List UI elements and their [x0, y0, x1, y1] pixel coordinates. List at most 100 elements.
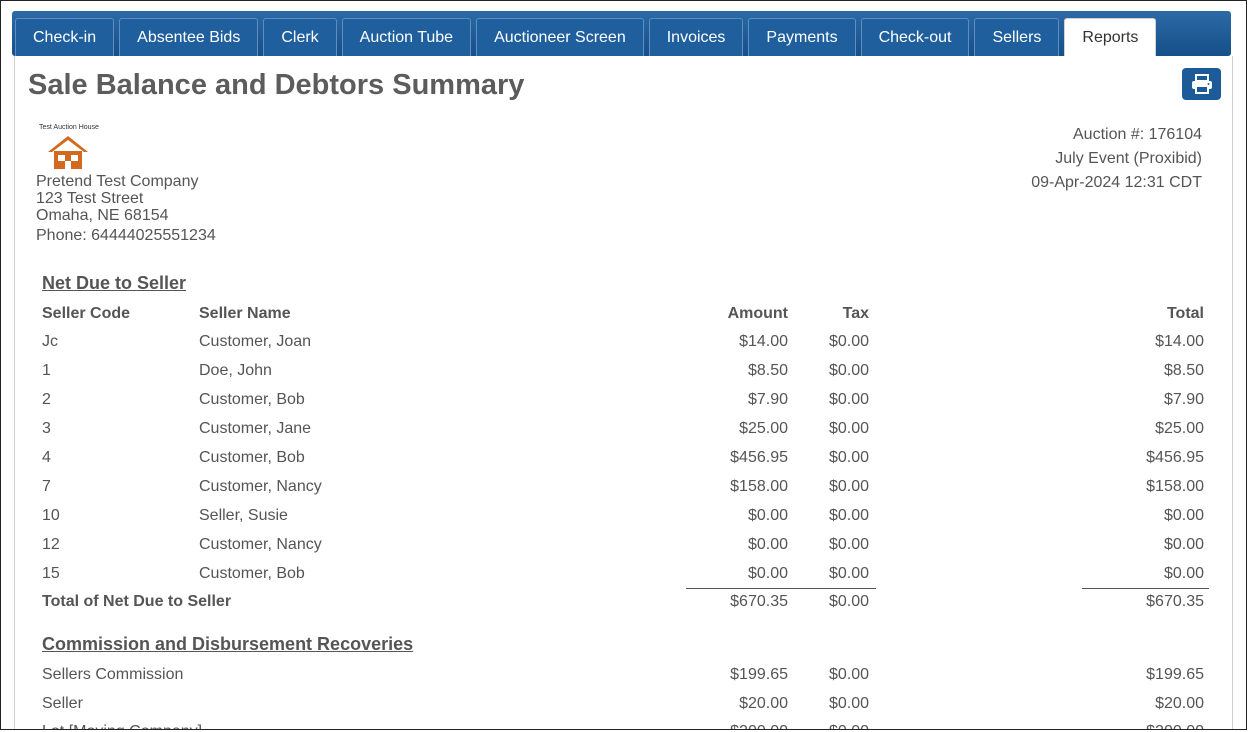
cell-total: $158.00 — [1146, 478, 1204, 495]
cell-seller-code: 7 — [42, 478, 51, 495]
auction-event: July Event (Proxibid) — [1055, 150, 1202, 167]
cell-amount: $7.90 — [747, 391, 788, 408]
cell-tax: $0.00 — [828, 420, 869, 437]
cell-label: Sellers Commission — [42, 666, 184, 683]
table-row: Sellers Commission $199.65 $0.00 $199.65 — [42, 666, 1204, 695]
printer-icon — [1191, 74, 1212, 94]
table-row: Jc Customer, Joan $14.00 $0.00 $14.00 — [42, 333, 1204, 362]
col-header-tax: Tax — [842, 305, 869, 322]
tab-reports[interactable]: Reports — [1064, 18, 1157, 56]
cell-seller-code: 10 — [42, 507, 60, 524]
col-header-total: Total — [1166, 305, 1204, 322]
table-row: 12 Customer, Nancy $0.00 $0.00 $0.00 — [42, 536, 1204, 565]
net-due-total-tax: $0.00 — [828, 593, 869, 610]
cell-seller-name: Customer, Joan — [199, 333, 312, 350]
table-row: Seller $20.00 $0.00 $20.00 — [42, 695, 1204, 724]
table-row: 7 Customer, Nancy $158.00 $0.00 $158.00 — [42, 478, 1204, 507]
cell-amount: $456.95 — [730, 449, 788, 466]
cell-total: $0.00 — [1163, 536, 1204, 553]
cell-total: $20.00 — [1155, 694, 1204, 712]
cell-amount: $14.00 — [739, 333, 788, 350]
tab-invoices[interactable]: Invoices — [648, 18, 744, 56]
tab-check-out[interactable]: Check-out — [860, 18, 970, 56]
cell-tax: $0.00 — [828, 449, 869, 466]
cell-tax: $0.00 — [829, 723, 869, 729]
cell-total: $200.00 — [1146, 723, 1204, 729]
cell-seller-name: Seller, Susie — [199, 507, 288, 524]
cell-total: $199.65 — [1146, 666, 1204, 683]
table-row: 2 Customer, Bob $7.90 $0.00 $7.90 — [42, 391, 1204, 420]
cell-total: $8.50 — [1163, 362, 1204, 379]
table-row: 3 Customer, Jane $25.00 $0.00 $25.00 — [42, 420, 1204, 449]
tab-sellers[interactable]: Sellers — [974, 18, 1060, 56]
cell-seller-name: Customer, Bob — [199, 391, 305, 408]
table-row: Lot [Moving Company] $200.00 $0.00 $200.00 — [42, 723, 1204, 729]
cell-seller-name: Customer, Bob — [199, 449, 305, 466]
tab-bar: Check-in Absentee Bids Clerk Auction Tube Au… — [12, 11, 1231, 56]
col-header-seller-name: Seller Name — [199, 305, 291, 322]
tab-clerk[interactable]: Clerk — [263, 18, 337, 56]
col-header-seller-code: Seller Code — [42, 305, 131, 322]
company-street: 123 Test Street — [36, 190, 144, 207]
net-due-total-row: Total of Net Due to Seller $670.35 $0.00… — [42, 593, 1204, 622]
cell-amount: $0.00 — [747, 565, 788, 582]
tab-check-in[interactable]: Check-in — [15, 18, 115, 56]
cell-seller-name: Customer, Jane — [199, 420, 312, 437]
company-logo: Test Auction House — [39, 124, 101, 170]
cell-tax: $0.00 — [828, 507, 869, 524]
cell-seller-name: Doe, John — [199, 362, 272, 379]
net-due-section-title: Net Due to Seller — [42, 273, 187, 293]
print-button[interactable] — [1182, 68, 1221, 100]
cell-tax: $0.00 — [828, 694, 869, 712]
cell-total: $0.00 — [1163, 565, 1204, 582]
net-due-header-row: Seller Code Seller Name Amount Tax Total — [42, 305, 1204, 334]
tab-payments[interactable]: Payments — [748, 18, 856, 56]
subtotal-rule — [686, 588, 876, 589]
cell-amount: $25.00 — [739, 420, 788, 437]
table-row: 15 Customer, Bob $0.00 $0.00 $0.00 — [42, 565, 1204, 594]
cell-tax: $0.00 — [828, 565, 869, 582]
cell-seller-name: Customer, Bob — [199, 565, 305, 582]
cell-seller-name: Customer, Nancy — [199, 536, 322, 553]
auction-datetime: 09-Apr-2024 12:31 CDT — [1031, 174, 1202, 191]
company-name: Pretend Test Company — [36, 173, 199, 190]
auction-info: Auction #: 176104 July Event (Proxibid) … — [1031, 123, 1202, 195]
cell-total: $7.90 — [1163, 391, 1204, 408]
net-due-total-total: $670.35 — [1146, 593, 1204, 610]
company-phone: Phone: 64444025551234 — [36, 227, 216, 244]
col-header-amount: Amount — [727, 305, 788, 322]
cell-tax: $0.00 — [828, 362, 869, 379]
table-row: 4 Customer, Bob $456.95 $0.00 $456.95 — [42, 449, 1204, 478]
page-title: Sale Balance and Debtors Summary — [28, 69, 525, 101]
cell-total: $25.00 — [1155, 420, 1204, 437]
table-row: 10 Seller, Susie $0.00 $0.00 $0.00 — [42, 507, 1204, 536]
cell-label: Seller — [42, 694, 83, 712]
cell-seller-code: 1 — [42, 362, 51, 379]
cell-seller-code: 3 — [42, 420, 51, 437]
house-icon — [48, 136, 88, 169]
cell-seller-code: Jc — [42, 333, 58, 350]
cell-amount: $158.00 — [730, 478, 788, 495]
table-row: 1 Doe, John $8.50 $0.00 $8.50 — [42, 362, 1204, 391]
cell-tax: $0.00 — [828, 666, 869, 683]
cell-tax: $0.00 — [828, 391, 869, 408]
auction-number: Auction #: 176104 — [1073, 126, 1202, 143]
cell-amount: $0.00 — [747, 507, 788, 524]
cell-amount: $8.50 — [747, 362, 788, 379]
net-due-total-label: Total of Net Due to Seller — [42, 593, 232, 610]
cell-total: $456.95 — [1146, 449, 1204, 466]
tab-auction-tube[interactable]: Auction Tube — [341, 18, 472, 56]
total-rule — [1082, 588, 1209, 589]
cell-amount: $0.00 — [747, 536, 788, 553]
app-frame: Check-in Absentee Bids Clerk Auction Tube Au… — [0, 0, 1247, 730]
cell-total: $14.00 — [1155, 333, 1204, 350]
cell-label: Lot [Moving Company] — [42, 723, 202, 729]
commission-section-title: Commission and Disbursement Recoveries — [42, 634, 414, 654]
cell-tax: $0.00 — [828, 478, 869, 495]
tab-absentee-bids[interactable]: Absentee Bids — [119, 18, 259, 56]
cell-seller-code: 12 — [42, 536, 60, 553]
tab-auctioneer-screen[interactable]: Auctioneer Screen — [476, 18, 644, 56]
net-due-total-amount: $670.35 — [730, 593, 788, 610]
tab-list: Check-in Absentee Bids Clerk Auction Tube Au… — [15, 18, 1157, 56]
cell-seller-code: 4 — [42, 449, 51, 466]
